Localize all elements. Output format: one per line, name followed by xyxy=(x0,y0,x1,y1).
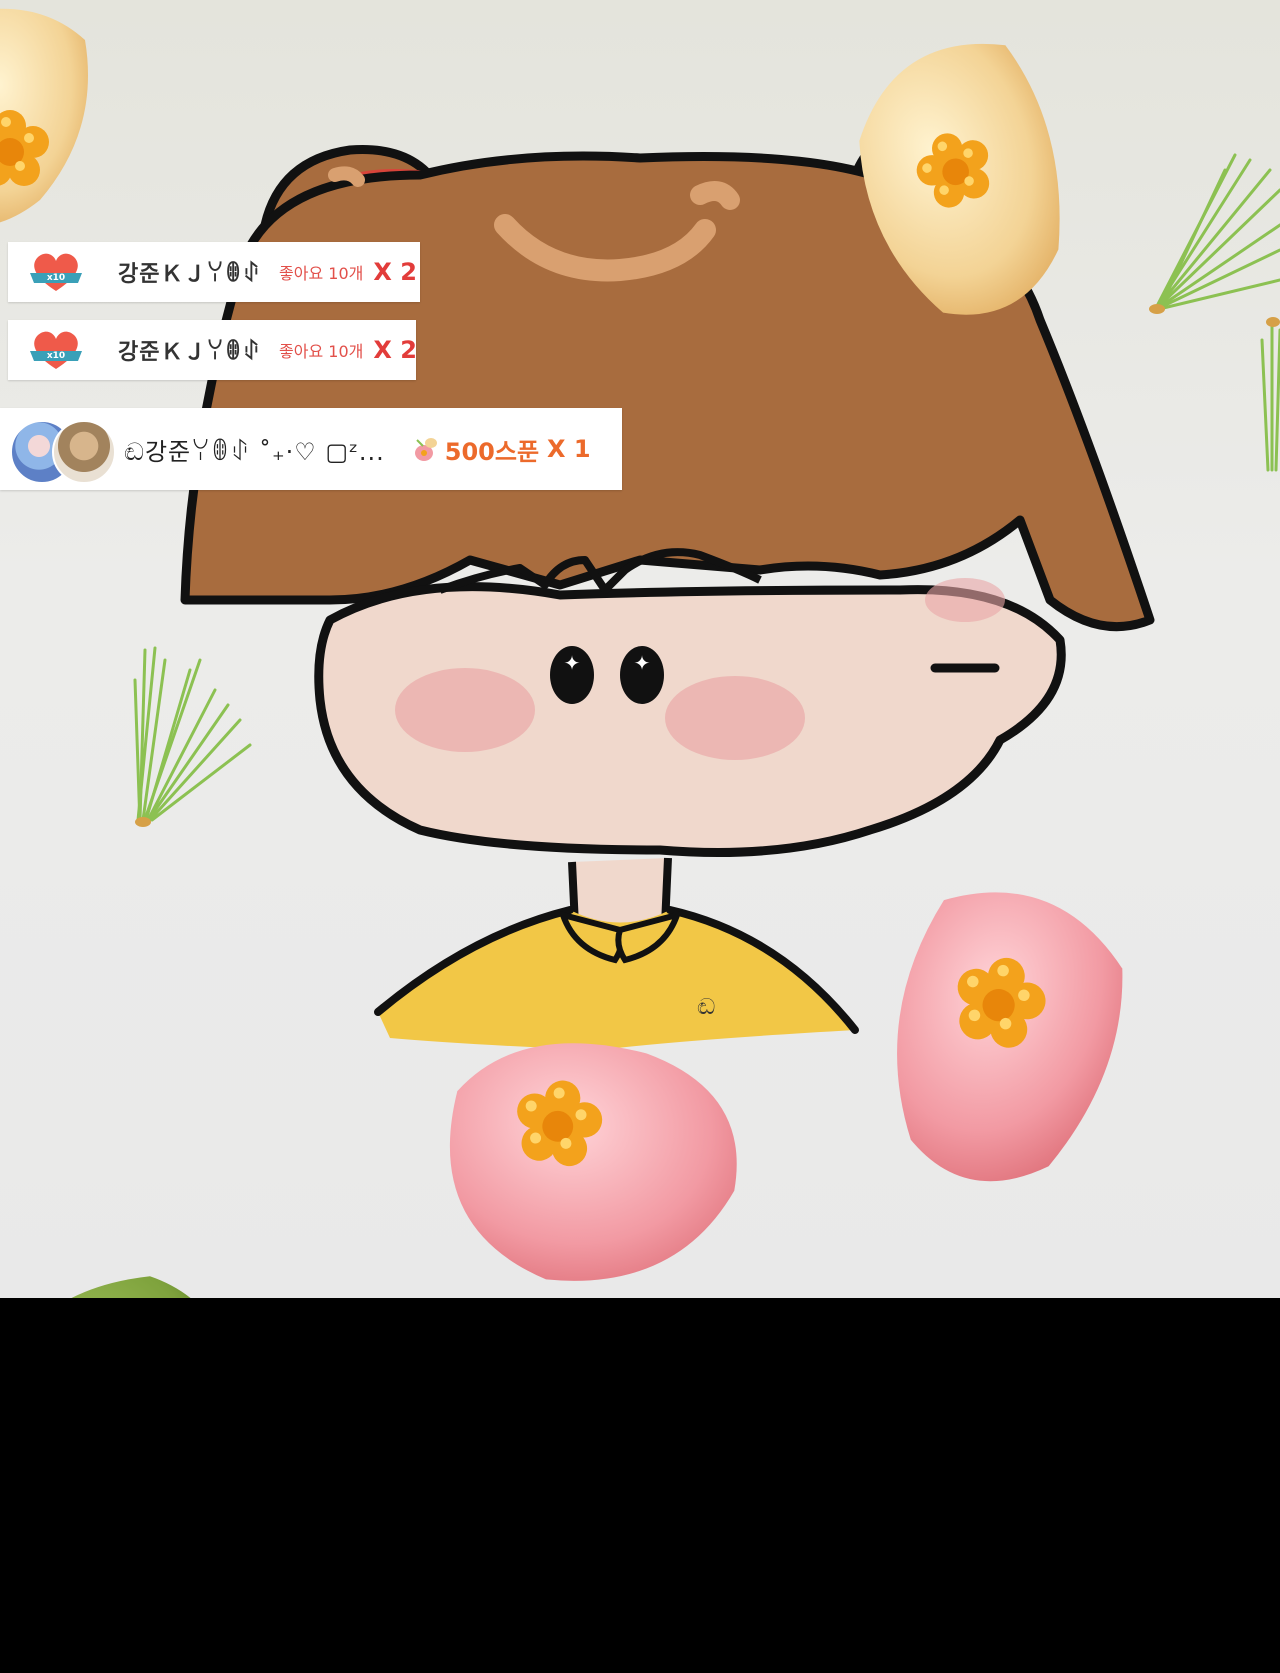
gift-count: X 2 xyxy=(373,336,416,364)
gift-notification-row: x10 강준ＫＪꌩꂦꂑ 좋아요 10개 X 2 xyxy=(8,320,416,380)
rice-cake-yellow-top-left xyxy=(0,8,88,223)
spoon-amount: 500스푼 xyxy=(444,437,540,466)
badge-label: x10 xyxy=(46,351,66,361)
like-heart-icon: x10 xyxy=(24,247,88,297)
badge-label: x10 xyxy=(46,273,66,283)
gift-notification-row: x10 강준ＫＪꌩꂦꂑ 좋아요 10개 X 2 xyxy=(8,242,420,302)
spoon-sender-name: ඬ강준ꌩꂦꂑ ˚₊·♡ ▢ᶻ... xyxy=(124,437,385,466)
rice-cake-yellow-top-right xyxy=(859,43,1060,315)
rice-cake-gift-icon xyxy=(414,438,437,461)
rice-cake-pink-right xyxy=(897,892,1123,1182)
spoon-gift-row: ඬ강준ꌩꂦꂑ ˚₊·♡ ▢ᶻ... 500스푼 X 1 xyxy=(0,408,622,490)
gift-count: X 2 xyxy=(373,258,417,286)
gift-sender-name: 강준ＫＪꌩꂦꂑ xyxy=(118,340,262,365)
broadcast-background: ✦ ✦ ඬ xyxy=(0,0,1280,1298)
spoon-count: X 1 xyxy=(547,435,591,463)
sender-avatars xyxy=(10,416,116,484)
rice-cake-decorations xyxy=(0,8,1123,1298)
avatar xyxy=(52,420,116,484)
gift-sender-name: 강준ＫＪꌩꂦꂑ xyxy=(118,262,262,287)
bottom-black-area xyxy=(0,1298,1280,1673)
like-heart-icon: x10 xyxy=(24,325,88,375)
rice-cake-green xyxy=(0,1276,241,1298)
gift-item-label: 좋아요 10개 xyxy=(279,264,364,283)
gift-item-label: 좋아요 10개 xyxy=(279,342,364,361)
rice-cake-pink-center xyxy=(450,1043,737,1281)
